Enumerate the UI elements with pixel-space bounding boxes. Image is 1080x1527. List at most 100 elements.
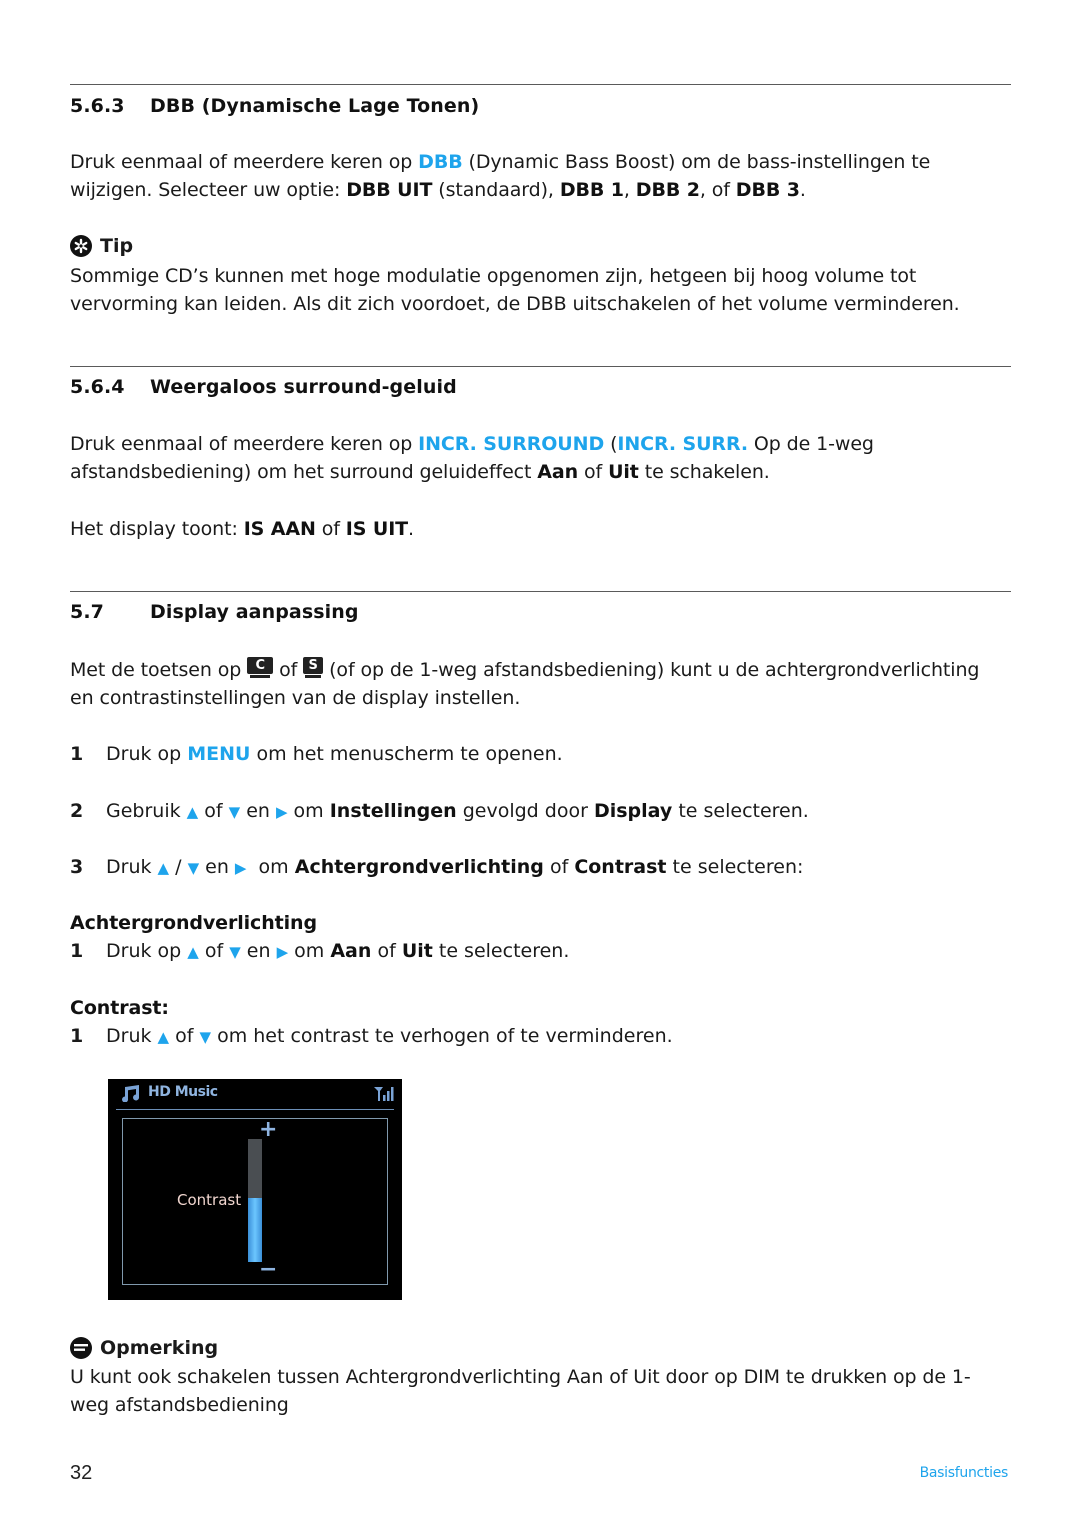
right-arrow-icon: ▶ bbox=[234, 859, 247, 877]
step-3: 3 Druk ▲ / ▼ en ▶ om Achtergrondverlicht… bbox=[70, 853, 1015, 882]
menu-key: MENU bbox=[187, 743, 251, 765]
dbb-key: DBB bbox=[418, 151, 463, 173]
dbb-option-2: DBB 2 bbox=[635, 179, 700, 201]
text: en contrastinstellingen van de display i… bbox=[70, 687, 521, 709]
device-screen-image: HD Music Contrast + − bbox=[108, 1079, 402, 1300]
dbb-option-off: DBB UIT bbox=[346, 179, 433, 201]
down-arrow-icon: ▼ bbox=[187, 859, 200, 877]
text: (of op de 1-weg afstandsbediening) kunt … bbox=[323, 659, 980, 681]
text: of bbox=[273, 659, 304, 681]
section-heading-5-7: 5.7 Display aanpassing bbox=[70, 601, 1015, 623]
text: Sommige CD’s kunnen met hoge modulatie o… bbox=[70, 265, 917, 287]
step-number: 1 bbox=[70, 940, 84, 962]
section-heading-5-6-3: 5.6.3 DBB (Dynamische Lage Tonen) bbox=[70, 95, 1015, 117]
right-arrow-icon: ▶ bbox=[276, 943, 289, 961]
text: om het contrast te verhogen of te vermin… bbox=[211, 1025, 673, 1047]
text: Druk op bbox=[106, 940, 188, 962]
note-label: Opmerking bbox=[100, 1337, 219, 1359]
section-divider bbox=[70, 366, 1011, 367]
up-arrow-icon: ▲ bbox=[157, 859, 170, 877]
text: om het menuscherm te openen. bbox=[250, 743, 563, 765]
text: Display bbox=[593, 800, 673, 822]
text: . bbox=[408, 518, 414, 540]
backlight-step-1: 1 Druk op ▲ of ▼ en ▶ om Aan of Uit te s… bbox=[70, 937, 1015, 966]
surround-paragraph: Druk eenmaal of meerdere keren op INCR. … bbox=[70, 430, 1015, 486]
tip-icon bbox=[70, 235, 92, 257]
on-label: Aan bbox=[537, 461, 579, 483]
down-arrow-icon: ▼ bbox=[229, 943, 241, 961]
text: Op de 1-weg bbox=[747, 433, 874, 455]
up-arrow-icon: ▲ bbox=[157, 1028, 170, 1046]
text: om bbox=[288, 940, 331, 962]
key-c-label: C bbox=[247, 657, 274, 674]
text: en bbox=[199, 856, 235, 878]
tip-label: Tip bbox=[100, 235, 134, 257]
up-arrow-icon: ▲ bbox=[186, 803, 199, 821]
device-header: HD Music bbox=[108, 1079, 402, 1107]
text: Druk bbox=[106, 1025, 158, 1047]
footer-section-name: Basisfuncties bbox=[919, 1465, 1009, 1481]
text: om bbox=[287, 800, 330, 822]
off-label: Uit bbox=[608, 461, 639, 483]
text: Instellingen bbox=[329, 800, 457, 822]
text: afstandsbediening) om het surround gelui… bbox=[70, 461, 538, 483]
step-number: 1 bbox=[70, 743, 84, 765]
minus-icon: − bbox=[259, 1257, 278, 1282]
contrast-step-1: 1 Druk ▲ of ▼ om het contrast te verhoge… bbox=[70, 1022, 1015, 1051]
text: Het display toont: bbox=[70, 518, 244, 540]
text: U kunt ook schakelen tussen Achtergrondv… bbox=[70, 1366, 971, 1388]
note-heading: Opmerking bbox=[70, 1337, 1015, 1359]
text: , bbox=[623, 179, 636, 201]
text: . bbox=[799, 179, 806, 201]
contrast-heading: Contrast: bbox=[70, 997, 169, 1019]
text: vervorming kan leiden. Als dit zich voor… bbox=[70, 293, 960, 315]
section-divider bbox=[70, 591, 1011, 592]
note-icon bbox=[70, 1337, 92, 1359]
text: wijzigen. Selecteer uw optie: bbox=[70, 179, 347, 201]
text: of bbox=[578, 461, 609, 483]
step-number: 1 bbox=[70, 1025, 84, 1047]
text: Druk bbox=[106, 856, 158, 878]
text: Achtergrondverlichting bbox=[294, 856, 544, 878]
key-s-icon: S bbox=[303, 657, 324, 679]
key-s-label: S bbox=[303, 657, 324, 674]
text: / bbox=[169, 856, 188, 878]
contrast-panel: Contrast + − bbox=[122, 1117, 388, 1285]
section-title: Weergaloos surround-geluid bbox=[150, 376, 457, 398]
step-1: 1 Druk op MENU om het menuscherm te open… bbox=[70, 740, 1015, 768]
text: te selecteren. bbox=[432, 940, 570, 962]
text: Met de toetsen op bbox=[70, 659, 248, 681]
section-title: Display aanpassing bbox=[150, 601, 359, 623]
text: Druk op bbox=[106, 743, 188, 765]
device-header-divider bbox=[116, 1109, 394, 1110]
section-number: 5.6.4 bbox=[70, 376, 125, 398]
text: , of bbox=[699, 179, 736, 201]
text: Uit bbox=[401, 940, 433, 962]
section-divider bbox=[70, 84, 1011, 85]
music-note-icon bbox=[120, 1084, 142, 1106]
note-text: U kunt ook schakelen tussen Achtergrondv… bbox=[70, 1363, 1015, 1419]
contrast-level-fill bbox=[248, 1198, 262, 1262]
dbb-option-3: DBB 3 bbox=[735, 179, 800, 201]
up-arrow-icon: ▲ bbox=[187, 943, 199, 961]
down-arrow-icon: ▼ bbox=[199, 1028, 212, 1046]
step-2: 2 Gebruik ▲ of ▼ en ▶ om Instellingen ge… bbox=[70, 797, 1015, 826]
text: gevolgd door bbox=[456, 800, 594, 822]
text: te selecteren. bbox=[672, 800, 809, 822]
text: weg afstandsbediening bbox=[70, 1394, 289, 1416]
dbb-paragraph: Druk eenmaal of meerdere keren op DBB (D… bbox=[70, 148, 1015, 204]
text: of bbox=[315, 518, 346, 540]
tip-text: Sommige CD’s kunnen met hoge modulatie o… bbox=[70, 262, 1015, 318]
right-arrow-icon: ▶ bbox=[275, 803, 288, 821]
down-arrow-icon: ▼ bbox=[228, 803, 241, 821]
dbb-option-1: DBB 1 bbox=[559, 179, 624, 201]
text: of bbox=[371, 940, 402, 962]
text: Druk eenmaal of meerdere keren op bbox=[70, 433, 419, 455]
display-value-on: IS AAN bbox=[243, 518, 316, 540]
contrast-label: Contrast bbox=[177, 1191, 242, 1209]
text: te selecteren: bbox=[666, 856, 804, 878]
display-shows-text: Het display toont: IS AAN of IS UIT. bbox=[70, 515, 1015, 543]
device-title: HD Music bbox=[148, 1084, 218, 1100]
text: (Dynamic Bass Boost) om de bass-instelli… bbox=[462, 151, 931, 173]
text: of bbox=[198, 800, 229, 822]
